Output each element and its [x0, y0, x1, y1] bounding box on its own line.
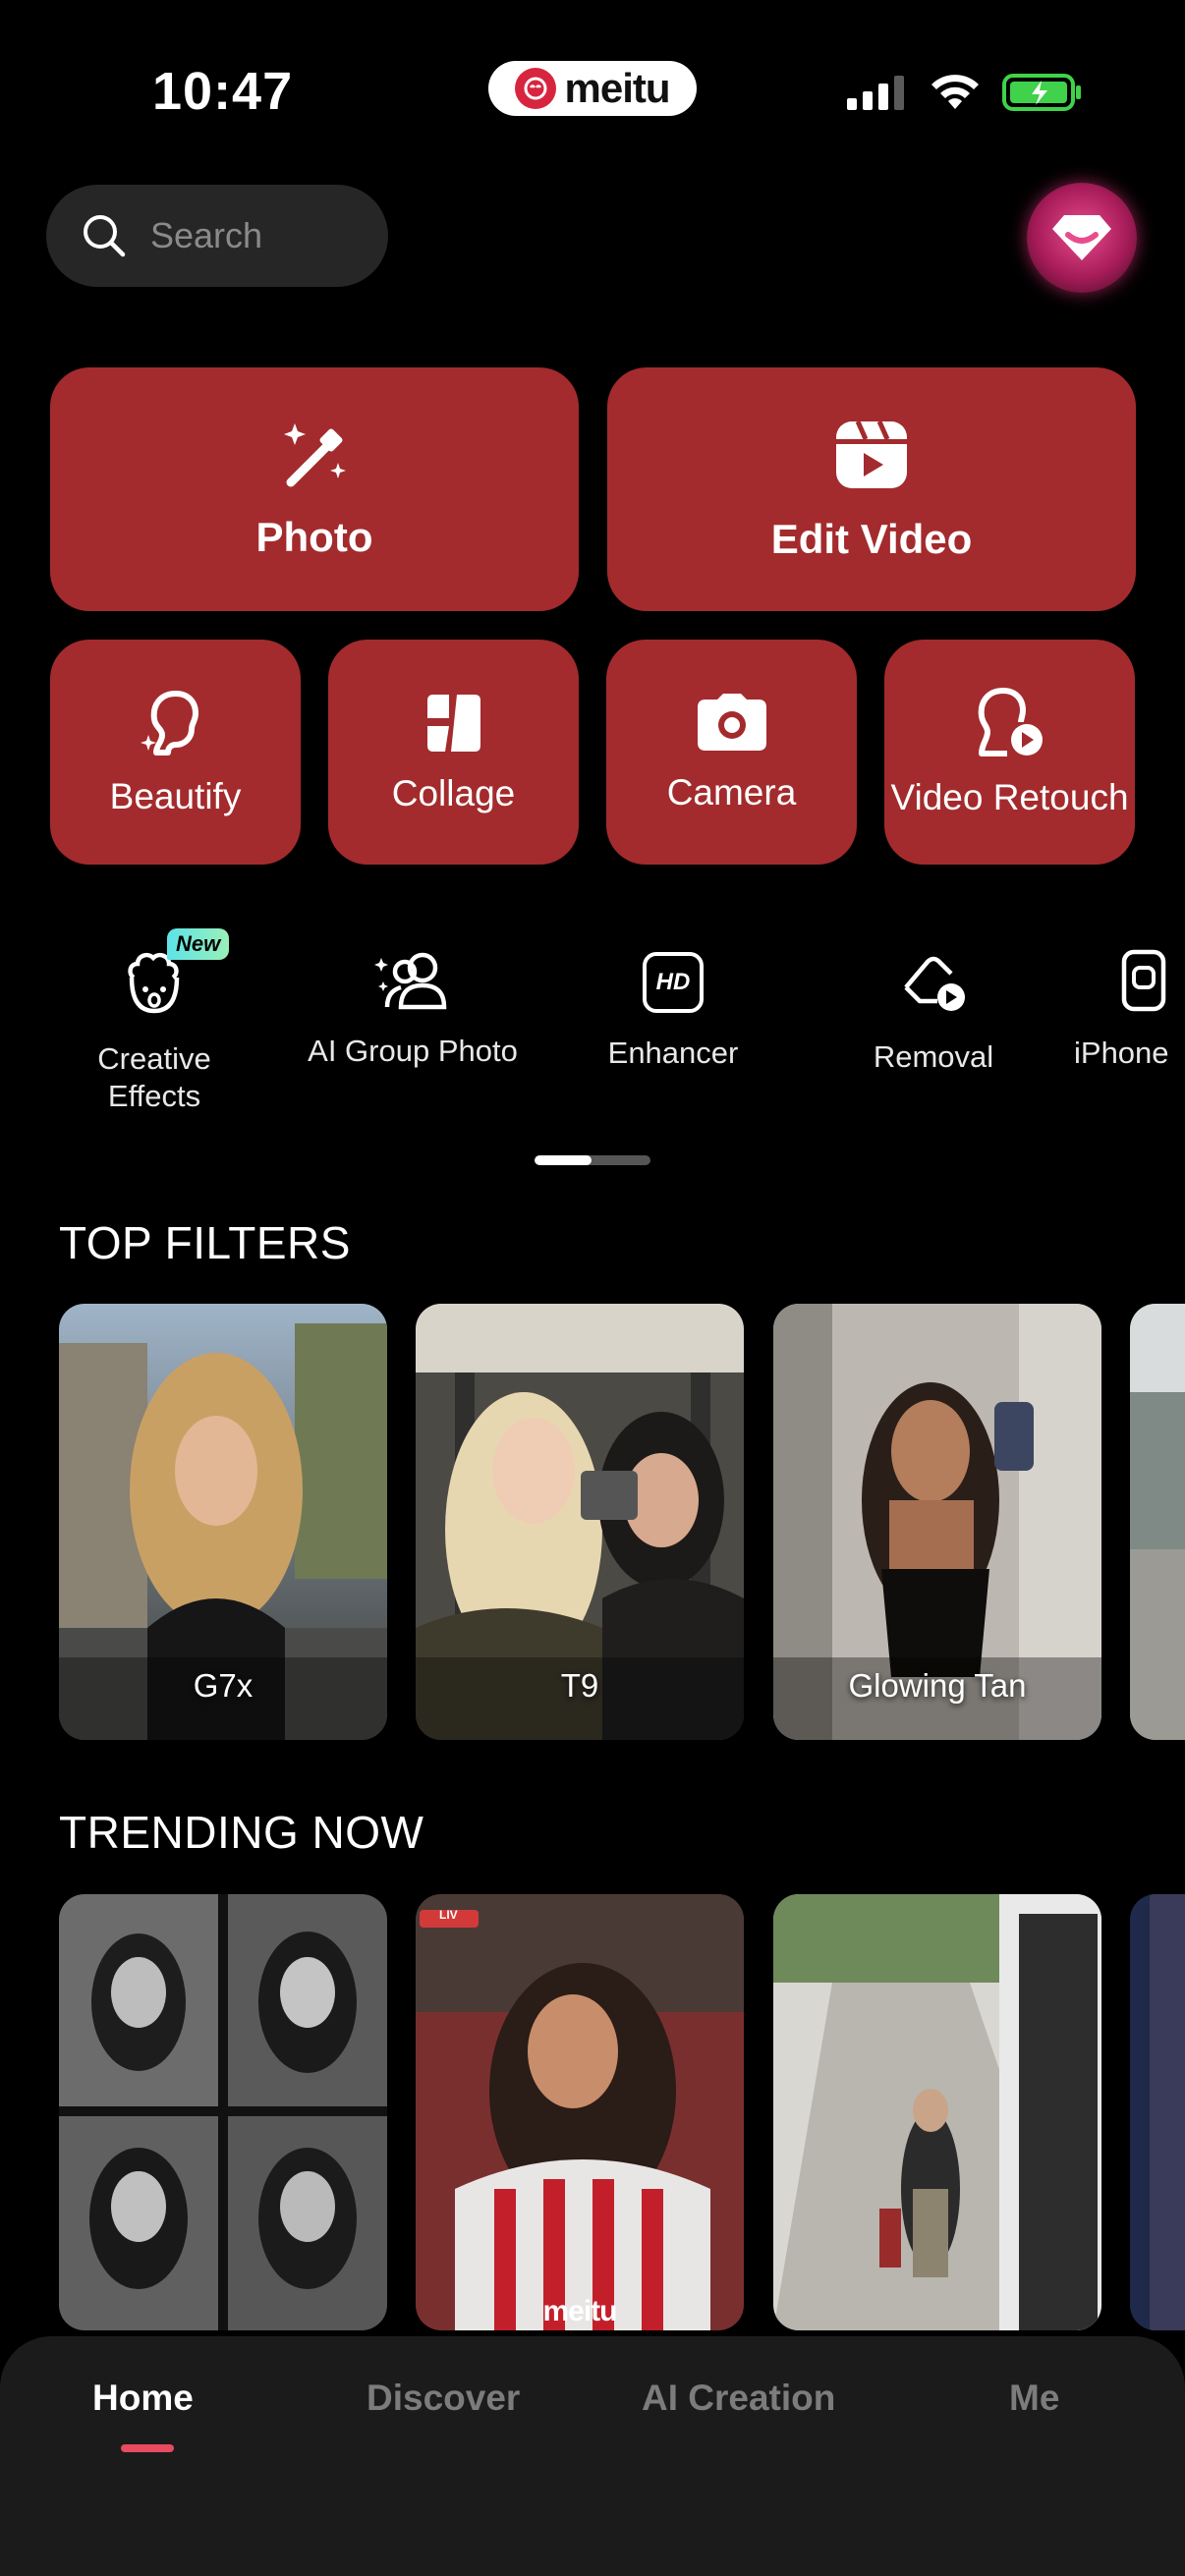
- beautify-tile[interactable]: Beautify: [50, 640, 301, 865]
- photo-tile-label: Photo: [255, 514, 373, 560]
- signal-icon: [847, 76, 904, 110]
- page-indicator-active: [535, 1155, 592, 1165]
- creative-effects-text: Creative Effects: [97, 1041, 211, 1113]
- tool-ai-group-photo-label: AI Group Photo: [308, 1034, 518, 1068]
- beautify-tile-label: Beautify: [109, 775, 242, 816]
- hd-icon-text: HD: [655, 969, 691, 995]
- nav-discover[interactable]: Discover: [367, 2378, 520, 2419]
- status-time: 10:47: [152, 62, 294, 121]
- battery-charging-icon: [1002, 74, 1081, 111]
- filter-card-label: G7x: [193, 1667, 254, 1704]
- collage-tile-label: Collage: [391, 772, 516, 813]
- face-play-icon: [978, 687, 1043, 756]
- tools-page-indicator: [535, 1155, 650, 1165]
- diamond-icon: [1052, 215, 1111, 260]
- trending-card-partial[interactable]: [1130, 1894, 1185, 2330]
- tool-enhancer-label: Enhancer: [607, 1036, 739, 1070]
- trending-preview-image: [1130, 1894, 1185, 2330]
- filter-card-t9[interactable]: T9: [416, 1304, 744, 1740]
- trending-card-street[interactable]: [773, 1894, 1101, 2330]
- nav-ai-creation[interactable]: AI Creation: [642, 2378, 835, 2419]
- iphone-icon: [1121, 949, 1166, 1012]
- wifi-icon: [931, 75, 979, 109]
- tool-ai-group-photo[interactable]: AI Group Photo: [295, 948, 531, 1070]
- tool-creative-effects-label: Creative Effects: [97, 1040, 210, 1115]
- photo-tile[interactable]: Photo: [50, 367, 579, 611]
- face-sparkle-icon: [140, 690, 198, 756]
- filter-preview-image: [1130, 1304, 1185, 1740]
- search-icon: [84, 215, 126, 257]
- tool-enhancer[interactable]: HD Enhancer: [585, 948, 762, 1072]
- camera-tile-label: Camera: [666, 771, 797, 812]
- eraser-icon: [904, 956, 965, 1011]
- tool-creative-effects[interactable]: Creative Effects: [69, 948, 240, 1115]
- trending-card-photobooth[interactable]: [59, 1894, 387, 2330]
- filter-card-label: T9: [560, 1667, 599, 1704]
- video-retouch-tile-label: Video Retouch: [890, 776, 1129, 817]
- tool-removal[interactable]: Removal: [845, 948, 1022, 1076]
- filter-card-label: Glowing Tan: [848, 1667, 1027, 1704]
- nav-home[interactable]: Home: [92, 2378, 194, 2419]
- filter-card-partial[interactable]: [1130, 1304, 1185, 1740]
- new-badge: New: [167, 928, 230, 960]
- collage-grid-icon: [426, 694, 480, 752]
- filter-card-glowing-tan[interactable]: Glowing Tan: [773, 1304, 1101, 1740]
- tool-iphone-label: iPhone: [1074, 1036, 1169, 1070]
- bottom-nav: [0, 2336, 1185, 2576]
- filter-card-g7x[interactable]: G7x: [59, 1304, 387, 1740]
- search-bar[interactable]: Search: [46, 185, 388, 287]
- status-icons: [847, 73, 1083, 112]
- nav-me[interactable]: Me: [1009, 2378, 1059, 2419]
- trending-card-stadium[interactable]: LIV meitu: [416, 1894, 744, 2330]
- trending-preview-image: [773, 1894, 1101, 2330]
- meitu-watermark: meitu: [542, 2295, 617, 2327]
- edit-video-tile-label: Edit Video: [770, 516, 973, 562]
- top-filters-title: TOP FILTERS: [59, 1217, 351, 1268]
- hd-icon: HD: [643, 952, 704, 1013]
- trending-now-title: TRENDING NOW: [59, 1807, 424, 1858]
- brand-name: meitu: [564, 65, 670, 111]
- magic-wand-icon: [284, 423, 346, 487]
- nav-active-indicator: [121, 2444, 174, 2452]
- camera-icon: [697, 693, 766, 751]
- vip-button[interactable]: [1027, 183, 1137, 293]
- edit-video-tile[interactable]: Edit Video: [607, 367, 1136, 611]
- trending-preview-image: [416, 1894, 744, 2330]
- trending-preview-image: [59, 1894, 387, 2330]
- tool-removal-label: Removal: [873, 1039, 994, 1074]
- tool-iphone[interactable]: iPhone: [1071, 948, 1185, 1072]
- group-photo-icon: [374, 952, 447, 1010]
- live-tag: LIV: [439, 1908, 458, 1922]
- collage-tile[interactable]: Collage: [328, 640, 579, 865]
- camera-tile[interactable]: Camera: [606, 640, 857, 865]
- video-retouch-tile[interactable]: Video Retouch: [884, 640, 1135, 865]
- brand-pill: meitu: [488, 61, 697, 116]
- meitu-logo-icon: [515, 68, 557, 109]
- search-placeholder: Search: [150, 215, 263, 255]
- video-clapper-icon: [836, 420, 907, 488]
